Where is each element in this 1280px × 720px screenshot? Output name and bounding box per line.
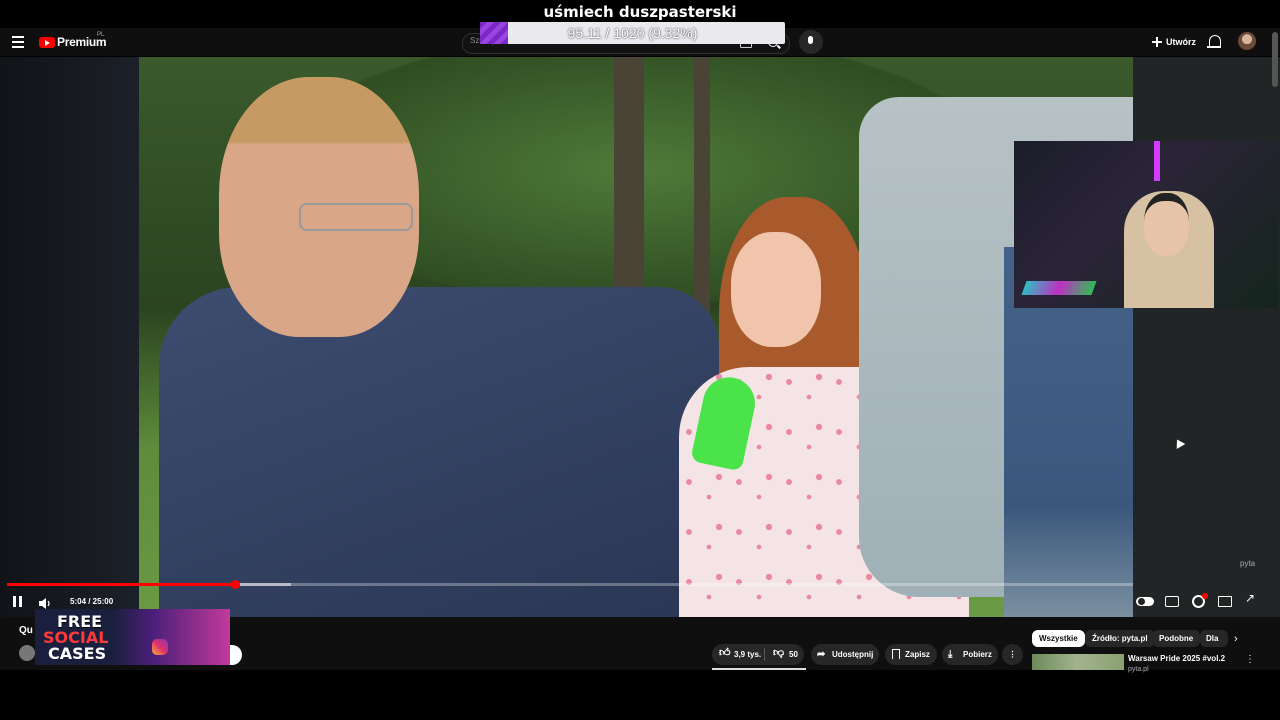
instagram-icon — [152, 639, 168, 655]
chip-for-you[interactable]: Dla — [1200, 630, 1228, 647]
rgb-keyboard — [1021, 281, 1097, 295]
stream-title: uśmiech duszpasterski — [543, 3, 737, 21]
streamer-webcam — [1014, 141, 1278, 308]
subscribe-button[interactable] — [230, 645, 242, 665]
tree-trunk — [694, 57, 710, 337]
menu-icon[interactable] — [12, 36, 24, 48]
scrollbar-thumb[interactable] — [1272, 32, 1278, 87]
video-title: Qu — [19, 625, 33, 636]
logo-region: PL — [97, 32, 105, 38]
settings-badge — [1202, 593, 1208, 599]
bell-icon[interactable] — [1207, 35, 1221, 48]
donation-goal-bar: 95.11 / 1020 (9.32%) — [480, 22, 785, 44]
bookmark-icon — [892, 649, 900, 659]
recommendation-title[interactable]: Warsaw Pride 2025 #vol.2 — [1128, 654, 1225, 663]
youtube-logo-icon[interactable] — [39, 37, 55, 48]
thumbs-up-icon: 👍︎ — [719, 647, 731, 659]
thumbs-down-icon[interactable]: 👎︎ — [773, 643, 784, 664]
fullscreen-icon[interactable] — [1245, 591, 1256, 605]
recommendation-more-icon[interactable]: ⋮ — [1245, 654, 1255, 665]
ad-line-3: CASES — [48, 644, 107, 663]
share-icon: ➦ — [817, 649, 826, 660]
video-left-border — [0, 57, 139, 617]
subtitles-icon[interactable] — [1165, 596, 1179, 607]
download-button[interactable]: ⤓ Pobierz — [942, 644, 998, 665]
chip-all[interactable]: Wszystkie — [1032, 630, 1085, 647]
progress-played — [7, 583, 236, 586]
volume-icon[interactable] — [39, 596, 51, 609]
share-label: Udostępnij — [832, 650, 874, 659]
download-icon: ⤓ — [948, 649, 953, 660]
create-label[interactable]: Utwórz — [1166, 37, 1196, 47]
like-count: 3,9 tys. — [734, 650, 762, 659]
download-label: Pobierz — [963, 650, 992, 659]
channel-watermark[interactable]: pyta — [1240, 559, 1255, 568]
save-button[interactable]: Zapisz — [885, 644, 937, 665]
recommendation-thumbnail[interactable] — [1032, 654, 1124, 670]
video-player[interactable]: pyta — [0, 57, 1280, 617]
below-video-area: Qu FREE SOCIAL CASES 👍︎ 3,9 tys. 👎︎ 50 ➦… — [0, 609, 1280, 673]
plus-icon[interactable] — [1152, 37, 1162, 47]
like-button[interactable]: 👍︎ 3,9 tys. 👎︎ 50 — [712, 644, 804, 665]
donation-goal-text: 95.11 / 1020 (9.32%) — [567, 25, 698, 41]
chevron-right-icon[interactable]: › — [1234, 633, 1238, 645]
share-button[interactable]: ➦ Udostępnij — [811, 644, 879, 665]
autoplay-toggle[interactable] — [1136, 597, 1154, 606]
more-actions-button[interactable]: ⋮ — [1002, 644, 1023, 665]
like-underline — [712, 668, 806, 670]
chip-similar[interactable]: Podobne — [1152, 630, 1201, 647]
channel-avatar[interactable] — [19, 645, 35, 661]
pause-icon[interactable] — [13, 596, 23, 607]
miniplayer-icon[interactable] — [1218, 596, 1232, 607]
glasses — [299, 203, 413, 231]
save-label: Zapisz — [905, 650, 930, 659]
time-display: 5:04 / 25:00 — [70, 597, 114, 606]
interviewer-body — [159, 287, 719, 617]
free-cases-ad-overlay: FREE SOCIAL CASES — [35, 609, 230, 665]
recommendation-channel[interactable]: pyta.pl — [1128, 666, 1149, 673]
interviewee-face — [731, 232, 821, 347]
led-light — [1154, 141, 1160, 181]
mic-icon[interactable] — [808, 36, 813, 44]
like-dislike-divider — [764, 648, 765, 661]
streamer-head — [1144, 193, 1189, 256]
progress-bar[interactable] — [7, 580, 1133, 589]
dislike-count: 50 — [789, 650, 798, 659]
chip-source[interactable]: Źródło: pyta.pl — [1085, 630, 1155, 647]
video-frame[interactable] — [139, 57, 1133, 617]
avatar[interactable] — [1238, 32, 1256, 50]
